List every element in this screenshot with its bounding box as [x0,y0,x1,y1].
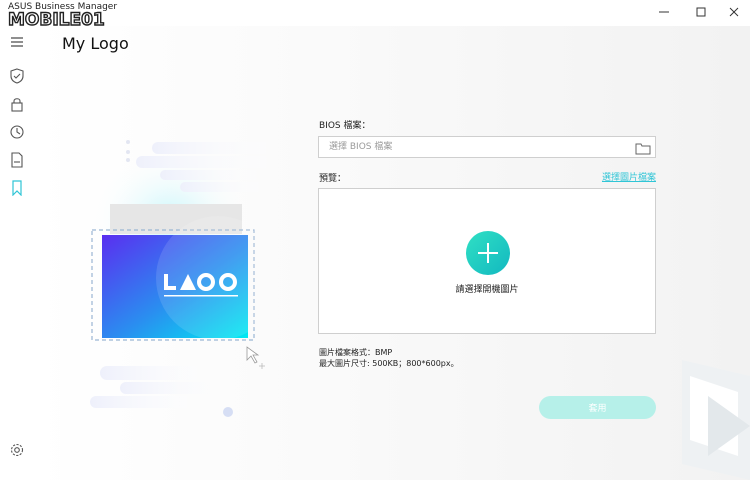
document-icon[interactable] [9,152,25,168]
folder-icon[interactable] [635,140,651,155]
lock-icon[interactable] [9,96,25,112]
add-image-button[interactable] [466,231,510,275]
plus-icon [478,243,498,263]
format-info: 圖片檔案格式：BMP [319,348,393,357]
bios-label: BIOS 檔案： [319,121,371,131]
bios-file-input[interactable] [319,137,639,157]
bookmark-icon[interactable] [9,180,25,197]
page-title: My Logo [62,34,129,53]
size-info: 最大圖片尺寸: 500KB；800*600px。 [319,359,459,368]
menu-icon[interactable] [9,34,25,50]
history-icon[interactable] [9,124,25,140]
apply-button[interactable]: 套用 [539,396,656,419]
select-image-link[interactable]: 選擇圖片檔案 [540,170,656,183]
preview-area[interactable]: 請選擇開機圖片 [318,188,656,334]
add-image-caption: 請選擇開機圖片 [455,285,519,295]
bios-file-field[interactable] [318,136,656,158]
shield-icon[interactable] [9,68,25,84]
maximize-icon[interactable] [683,0,719,24]
gear-icon[interactable] [9,442,25,458]
sidebar [0,26,34,480]
close-icon[interactable] [716,0,750,24]
preview-label: 預覽： [319,174,347,184]
decorative-corner-shape [682,360,750,480]
logo-illustration [90,140,286,417]
minimize-icon[interactable] [646,0,682,24]
